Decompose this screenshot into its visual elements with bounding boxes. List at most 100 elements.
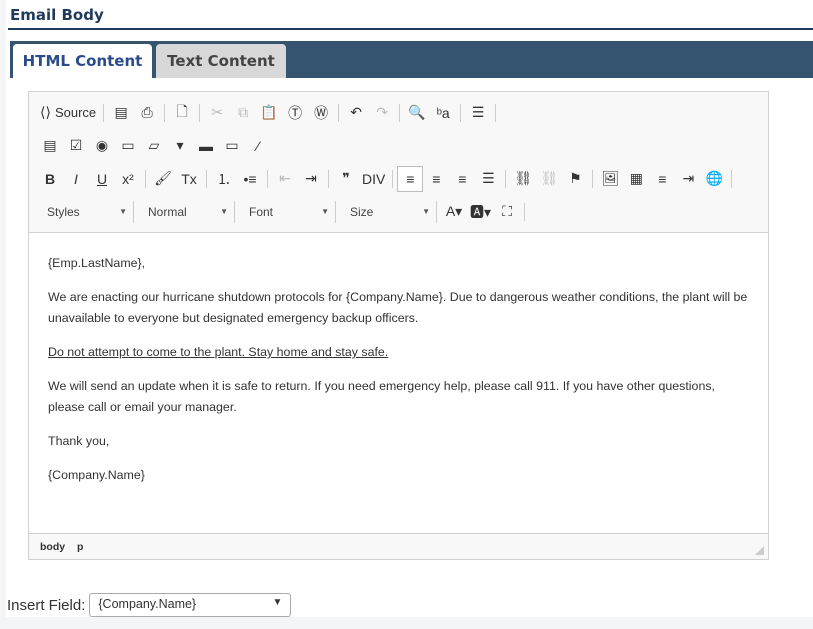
button-button[interactable]: ▬ bbox=[193, 133, 219, 159]
radio-icon: ◉ bbox=[95, 137, 109, 153]
font-dropdown[interactable]: Font ▼ bbox=[239, 200, 336, 223]
dropdown-label: Font bbox=[249, 204, 274, 219]
tab-html-content[interactable]: HTML Content bbox=[13, 44, 152, 78]
justify-button[interactable]: ☰ bbox=[475, 166, 501, 192]
print-icon: ⎙ bbox=[141, 104, 153, 120]
new-page-icon: 🗋 bbox=[176, 102, 188, 119]
copy-button[interactable]: ⧉ bbox=[230, 100, 256, 126]
insert-field-control: Insert Field: {Company.Name} ▼ bbox=[7, 593, 292, 617]
italic-button[interactable]: I bbox=[63, 166, 89, 192]
styles-dropdown[interactable]: Styles ▼ bbox=[37, 200, 134, 223]
underline-icon: U bbox=[96, 170, 108, 187]
path-p[interactable]: p bbox=[77, 541, 83, 553]
toolbar-group: B I Ux² bbox=[37, 169, 146, 188]
toolbar-group: ⇤ ⇥ bbox=[272, 169, 329, 188]
blockquote-icon: ❞ bbox=[342, 170, 350, 186]
print-button[interactable]: ⎙ bbox=[134, 100, 160, 126]
cut-icon: ✂ bbox=[211, 104, 223, 120]
image-button[interactable]: 🖼 bbox=[597, 166, 623, 192]
toolbar-group: ⟨⟩ Source bbox=[37, 103, 105, 122]
paste-text-button[interactable]: Ⓣ bbox=[282, 100, 308, 126]
page-break-icon: ⇥ bbox=[682, 170, 695, 186]
insert-field-label: Insert Field: bbox=[7, 596, 86, 614]
new-page-button[interactable]: 🗋 bbox=[169, 100, 195, 126]
text-color-button[interactable]: A▾ bbox=[441, 199, 467, 225]
paragraph: Thank you, bbox=[48, 434, 110, 448]
anchor-button[interactable]: ⚑ bbox=[562, 166, 588, 192]
superscript-button[interactable]: x² bbox=[115, 166, 141, 192]
horizontal-line-button[interactable]: ≡ bbox=[649, 166, 675, 192]
remove-format-button[interactable]: Tx bbox=[176, 166, 202, 192]
paste-button[interactable]: 📋 bbox=[256, 100, 282, 126]
dropdown-label: Styles bbox=[47, 204, 80, 219]
replace-button[interactable]: ᵇa bbox=[430, 100, 456, 126]
resize-handle[interactable] bbox=[755, 546, 764, 555]
toolbar-group: ⒈ •≡ bbox=[211, 169, 268, 188]
superscript-icon: x² bbox=[122, 170, 134, 187]
path-body[interactable]: body bbox=[40, 541, 65, 553]
select-button[interactable]: ▾ bbox=[167, 133, 193, 159]
blockquote-button[interactable]: ❞ bbox=[333, 166, 359, 192]
hidden-field-button[interactable]: ⁄ bbox=[245, 133, 271, 159]
align-right-button[interactable]: ≡ bbox=[449, 166, 475, 192]
source-icon: ⟨⟩ bbox=[40, 104, 51, 120]
indent-button[interactable]: ⇥ bbox=[298, 166, 324, 192]
checkbox-icon: ☑ bbox=[69, 137, 83, 153]
bold-button[interactable]: B bbox=[37, 166, 63, 192]
create-div-button[interactable]: DIV bbox=[359, 166, 388, 192]
pdf-button[interactable]: ▤ bbox=[108, 100, 134, 126]
signature: {Company.Name} bbox=[48, 468, 145, 482]
find-button[interactable]: 🔍 bbox=[404, 100, 430, 126]
image-button-button[interactable]: ▭ bbox=[219, 133, 245, 159]
underline-button[interactable]: U bbox=[89, 166, 115, 192]
paste-word-button[interactable]: Ⓦ bbox=[308, 100, 334, 126]
undo-button[interactable]: ↶ bbox=[343, 100, 369, 126]
source-button[interactable]: ⟨⟩ Source bbox=[37, 100, 99, 126]
editor-content-area[interactable]: {Emp.LastName}, We are enacting our hurr… bbox=[29, 233, 768, 533]
text-field-icon: ▭ bbox=[121, 137, 135, 153]
align-center-button[interactable]: ≡ bbox=[423, 166, 449, 192]
tab-text-content[interactable]: Text Content bbox=[156, 44, 286, 78]
rich-text-editor: ⟨⟩ Source ▤ ⎙ 🗋 ✂ ⧉ 📋 Ⓣ Ⓦ ↶ ↷ 🔍 ᵇa ☰ ▤ ☑ ◉ ▭ ▱ ▾ ▬ ▭ ⁄ B I Ux² 🖌 T… bbox=[28, 91, 769, 560]
chevron-down-icon: ▼ bbox=[272, 597, 283, 608]
page-break-button[interactable]: ⇥ bbox=[675, 166, 701, 192]
redo-button[interactable]: ↷ bbox=[369, 100, 395, 126]
bulleted-list-button[interactable]: •≡ bbox=[237, 166, 263, 192]
page: Email Body HTML Content Text Content ⟨⟩ S… bbox=[6, 0, 813, 617]
toolbar-group: ▤ ⎙ bbox=[108, 103, 166, 122]
table-button[interactable]: ▦ bbox=[623, 166, 649, 192]
checkbox-button[interactable]: ☑ bbox=[63, 133, 89, 159]
text-color-icon: A▾ bbox=[445, 203, 463, 219]
insert-field-select[interactable]: {Company.Name} ▼ bbox=[89, 593, 292, 617]
form-button[interactable]: ▤ bbox=[37, 133, 63, 159]
maximize-icon: ⛶ bbox=[502, 203, 512, 219]
image-button-icon: ▭ bbox=[225, 137, 239, 153]
align-left-button[interactable]: ≡ bbox=[397, 165, 424, 192]
toolbar-group: 🗋 bbox=[169, 103, 201, 122]
maximize-button[interactable]: ⛶ bbox=[494, 199, 520, 225]
anchor-icon: ⚑ bbox=[569, 170, 582, 186]
italic-icon: I bbox=[74, 170, 78, 187]
background-color-button[interactable]: 🅰▾ bbox=[467, 199, 494, 225]
numbered-list-button[interactable]: ⒈ bbox=[211, 166, 237, 192]
toolbar-group: 🔍 ᵇa bbox=[404, 103, 462, 122]
normal-dropdown[interactable]: Normal ▼ bbox=[138, 200, 235, 223]
size-dropdown[interactable]: Size ▼ bbox=[340, 200, 437, 223]
unlink-button[interactable]: ⛓ bbox=[536, 166, 562, 192]
toolbar-group: 🖼 ▦ ≡ ⇥ 🌐 bbox=[597, 169, 733, 188]
cut-button[interactable]: ✂ bbox=[204, 100, 230, 126]
iframe-button[interactable]: 🌐 bbox=[701, 166, 727, 192]
hidden-field-icon: ⁄ bbox=[256, 137, 260, 154]
copy-format-button[interactable]: 🖌 bbox=[150, 166, 176, 192]
button-icon: ▬ bbox=[199, 137, 213, 154]
radio-button[interactable]: ◉ bbox=[89, 133, 115, 159]
chevron-down-icon: ▼ bbox=[220, 207, 228, 216]
textarea-button[interactable]: ▱ bbox=[141, 133, 167, 159]
divider bbox=[8, 28, 813, 30]
toolbar-group: ↶ ↷ bbox=[343, 103, 401, 122]
show-blocks-button[interactable]: ☰ bbox=[465, 100, 491, 126]
outdent-button[interactable]: ⇤ bbox=[272, 166, 298, 192]
copy-format-icon: 🖌 bbox=[154, 170, 172, 186]
link-button[interactable]: ⛓ bbox=[510, 166, 536, 192]
text-field-button[interactable]: ▭ bbox=[115, 133, 141, 159]
